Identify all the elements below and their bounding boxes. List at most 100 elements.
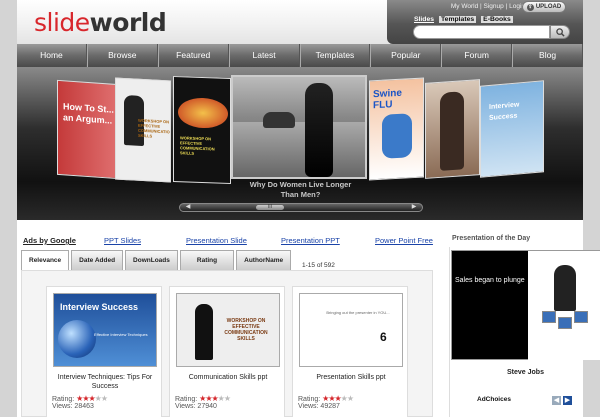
nav-browse[interactable]: Browse <box>86 44 158 67</box>
card-thumbnail[interactable]: Interview Success Effective Interview Te… <box>53 293 157 367</box>
scroll-left-arrow-icon[interactable]: ◀ <box>182 204 194 211</box>
main-content: Ads by Google PPT Slides Presentation Sl… <box>17 220 600 417</box>
caption-line-2: Than Men? <box>280 190 321 199</box>
slide-street-image <box>233 122 365 177</box>
tab-author-name[interactable]: AuthorName <box>236 250 292 270</box>
presentation-card[interactable]: WORKSHOP ON EFFECTIVE COMMUNICATION SKIL… <box>169 286 285 417</box>
nav-blog[interactable]: Blog <box>512 44 583 67</box>
ad-link-presentation-slide[interactable]: Presentation Slide <box>186 236 247 245</box>
potd-prev-icon[interactable]: ◀ <box>552 396 561 405</box>
potd-slide[interactable]: Sales began to plunge <box>452 251 600 360</box>
nav-templates[interactable]: Templates <box>299 44 371 67</box>
search-type-tabs: Slides Templates E-Books <box>414 16 513 23</box>
signup-link[interactable]: Signup <box>484 3 504 10</box>
thumb-title: WORKSHOP ON EFFECTIVE COMMUNICATION SKIL… <box>224 318 268 342</box>
slide-mask-figure <box>382 113 412 159</box>
logo-text-slide: slide <box>34 8 90 37</box>
nav-popular[interactable]: Popular <box>370 44 442 67</box>
carousel-slide[interactable]: WORKSHOP ON EFFECTIVE COMMUNICATION SKIL… <box>115 77 171 183</box>
presentation-of-the-day-panel[interactable]: Sales began to plunge <box>451 250 600 360</box>
slide-woman-portrait <box>440 91 464 171</box>
caption-line-1: Why Do Women Live Longer <box>249 180 352 189</box>
potd-image <box>528 251 600 360</box>
slide-text: How To St... an Argum... <box>63 101 114 126</box>
tab-rating[interactable]: Rating <box>179 250 235 270</box>
thumb-title: Bringing out the presenter in YOU... <box>326 310 390 315</box>
upload-button[interactable]: ⇧ UPLOAD <box>522 1 566 13</box>
carousel-slide[interactable]: Swine FLU <box>369 77 424 181</box>
carousel-scrollbar[interactable]: ◀ III ▶ <box>179 203 423 212</box>
scroll-thumb[interactable]: III <box>256 205 284 210</box>
tab-relevance[interactable]: Relevance <box>21 250 70 270</box>
slide-car-image <box>263 112 295 128</box>
slide-text: WORKSHOP ON EFFECTIVE COMMUNICATION SKIL… <box>138 117 171 139</box>
thumb-title: Interview Success <box>60 302 139 312</box>
carousel-slide[interactable] <box>425 79 480 179</box>
card-title[interactable]: Presentation Skills ppt <box>295 373 407 382</box>
potd-computer-icon <box>542 311 556 323</box>
presentation-of-the-day-label: Presentation of the Day <box>452 235 531 242</box>
search-button[interactable] <box>550 25 570 39</box>
thumb-subtitle: Effective Interview Techniques <box>94 332 148 337</box>
ad-link-ppt-slides[interactable]: PPT Slides <box>104 236 141 245</box>
potd-slide-text: Sales began to plunge <box>455 277 525 284</box>
potd-title[interactable]: Steve Jobs <box>451 369 600 376</box>
ad-link-presentation-ppt[interactable]: Presentation PPT <box>281 236 340 245</box>
search-input[interactable] <box>413 25 550 39</box>
tab-downloads[interactable]: DownLoads <box>125 250 178 270</box>
sort-tabs: Relevance Date Added DownLoads Rating Au… <box>21 250 292 270</box>
rating-label: Rating: <box>298 396 321 403</box>
upload-label: UPLOAD <box>535 4 562 10</box>
main-nav: Home Browse Featured Latest Templates Po… <box>17 44 583 67</box>
carousel-slide[interactable]: WORKSHOP ON EFFECTIVE COMMUNICATION SKIL… <box>173 75 231 185</box>
ad-link-power-point-free[interactable]: Power Point Free <box>375 236 433 245</box>
thumb-logo-icon: 6 <box>380 330 387 344</box>
potd-person-figure <box>554 265 576 311</box>
presentation-card[interactable]: Interview Success Effective Interview Te… <box>46 286 162 417</box>
presentation-card[interactable]: Bringing out the presenter in YOU... 6 P… <box>292 286 408 417</box>
card-rating: Rating: ★★★★★ <box>52 394 108 403</box>
ads-by-google-label[interactable]: Ads by Google <box>23 236 76 245</box>
potd-next-icon[interactable]: ▶ <box>563 396 572 405</box>
slide-text: Swine FLU <box>373 87 402 112</box>
header: slideworld My World | Signup | Login ⇧ U… <box>17 0 583 44</box>
slide-text: Interview Success <box>489 101 520 123</box>
logo-text-world: world <box>89 8 167 37</box>
rating-stars-icon: ★★★★★ <box>76 394 108 403</box>
slide-text: WORKSHOP ON EFFECTIVE COMMUNICATION SKIL… <box>180 135 215 156</box>
nav-home[interactable]: Home <box>17 44 87 67</box>
card-views: Views: 28463 <box>52 403 94 410</box>
search-tab-slides[interactable]: Slides <box>414 16 434 23</box>
search-icon <box>555 27 565 37</box>
carousel-center-slide[interactable] <box>231 75 367 179</box>
adchoices-label[interactable]: AdChoices <box>477 396 511 403</box>
carousel-caption[interactable]: Why Do Women Live Longer Than Men? <box>213 180 388 200</box>
search-tab-templates[interactable]: Templates <box>439 16 477 23</box>
search-tab-ebooks[interactable]: E-Books <box>481 16 513 23</box>
account-links: My World | Signup | Login <box>450 3 525 10</box>
carousel-slide[interactable]: Interview Success <box>480 80 544 178</box>
thumb-figure <box>195 304 213 360</box>
featured-carousel: How To St... an Argum... WORKSHOP ON EFF… <box>17 67 583 220</box>
scroll-right-arrow-icon[interactable]: ▶ <box>408 204 420 211</box>
nav-latest[interactable]: Latest <box>228 44 300 67</box>
card-title[interactable]: Communication Skills ppt <box>172 373 284 382</box>
card-thumbnail[interactable]: Bringing out the presenter in YOU... 6 <box>299 293 403 367</box>
rating-stars-icon: ★★★★★ <box>322 394 354 403</box>
site-logo[interactable]: slideworld <box>34 8 167 37</box>
rating-label: Rating: <box>175 396 198 403</box>
carousel-slide[interactable]: How To St... an Argum... <box>57 79 119 180</box>
card-thumbnail[interactable]: WORKSHOP ON EFFECTIVE COMMUNICATION SKIL… <box>176 293 280 367</box>
nav-forum[interactable]: Forum <box>441 44 513 67</box>
globe-icon <box>58 320 96 358</box>
page: slideworld My World | Signup | Login ⇧ U… <box>0 0 600 417</box>
tab-date-added[interactable]: Date Added <box>71 250 124 270</box>
nav-featured[interactable]: Featured <box>157 44 229 67</box>
potd-computer-icon <box>574 311 588 323</box>
card-views: Views: 49287 <box>298 403 340 410</box>
card-title[interactable]: Interview Techniques: Tips For Success <box>49 373 161 391</box>
results-grid: Interview Success Effective Interview Te… <box>21 270 433 417</box>
my-world-link[interactable]: My World <box>451 3 478 10</box>
upload-icon: ⇧ <box>526 3 534 11</box>
ad-links-row: Ads by Google PPT Slides Presentation Sl… <box>17 220 583 248</box>
